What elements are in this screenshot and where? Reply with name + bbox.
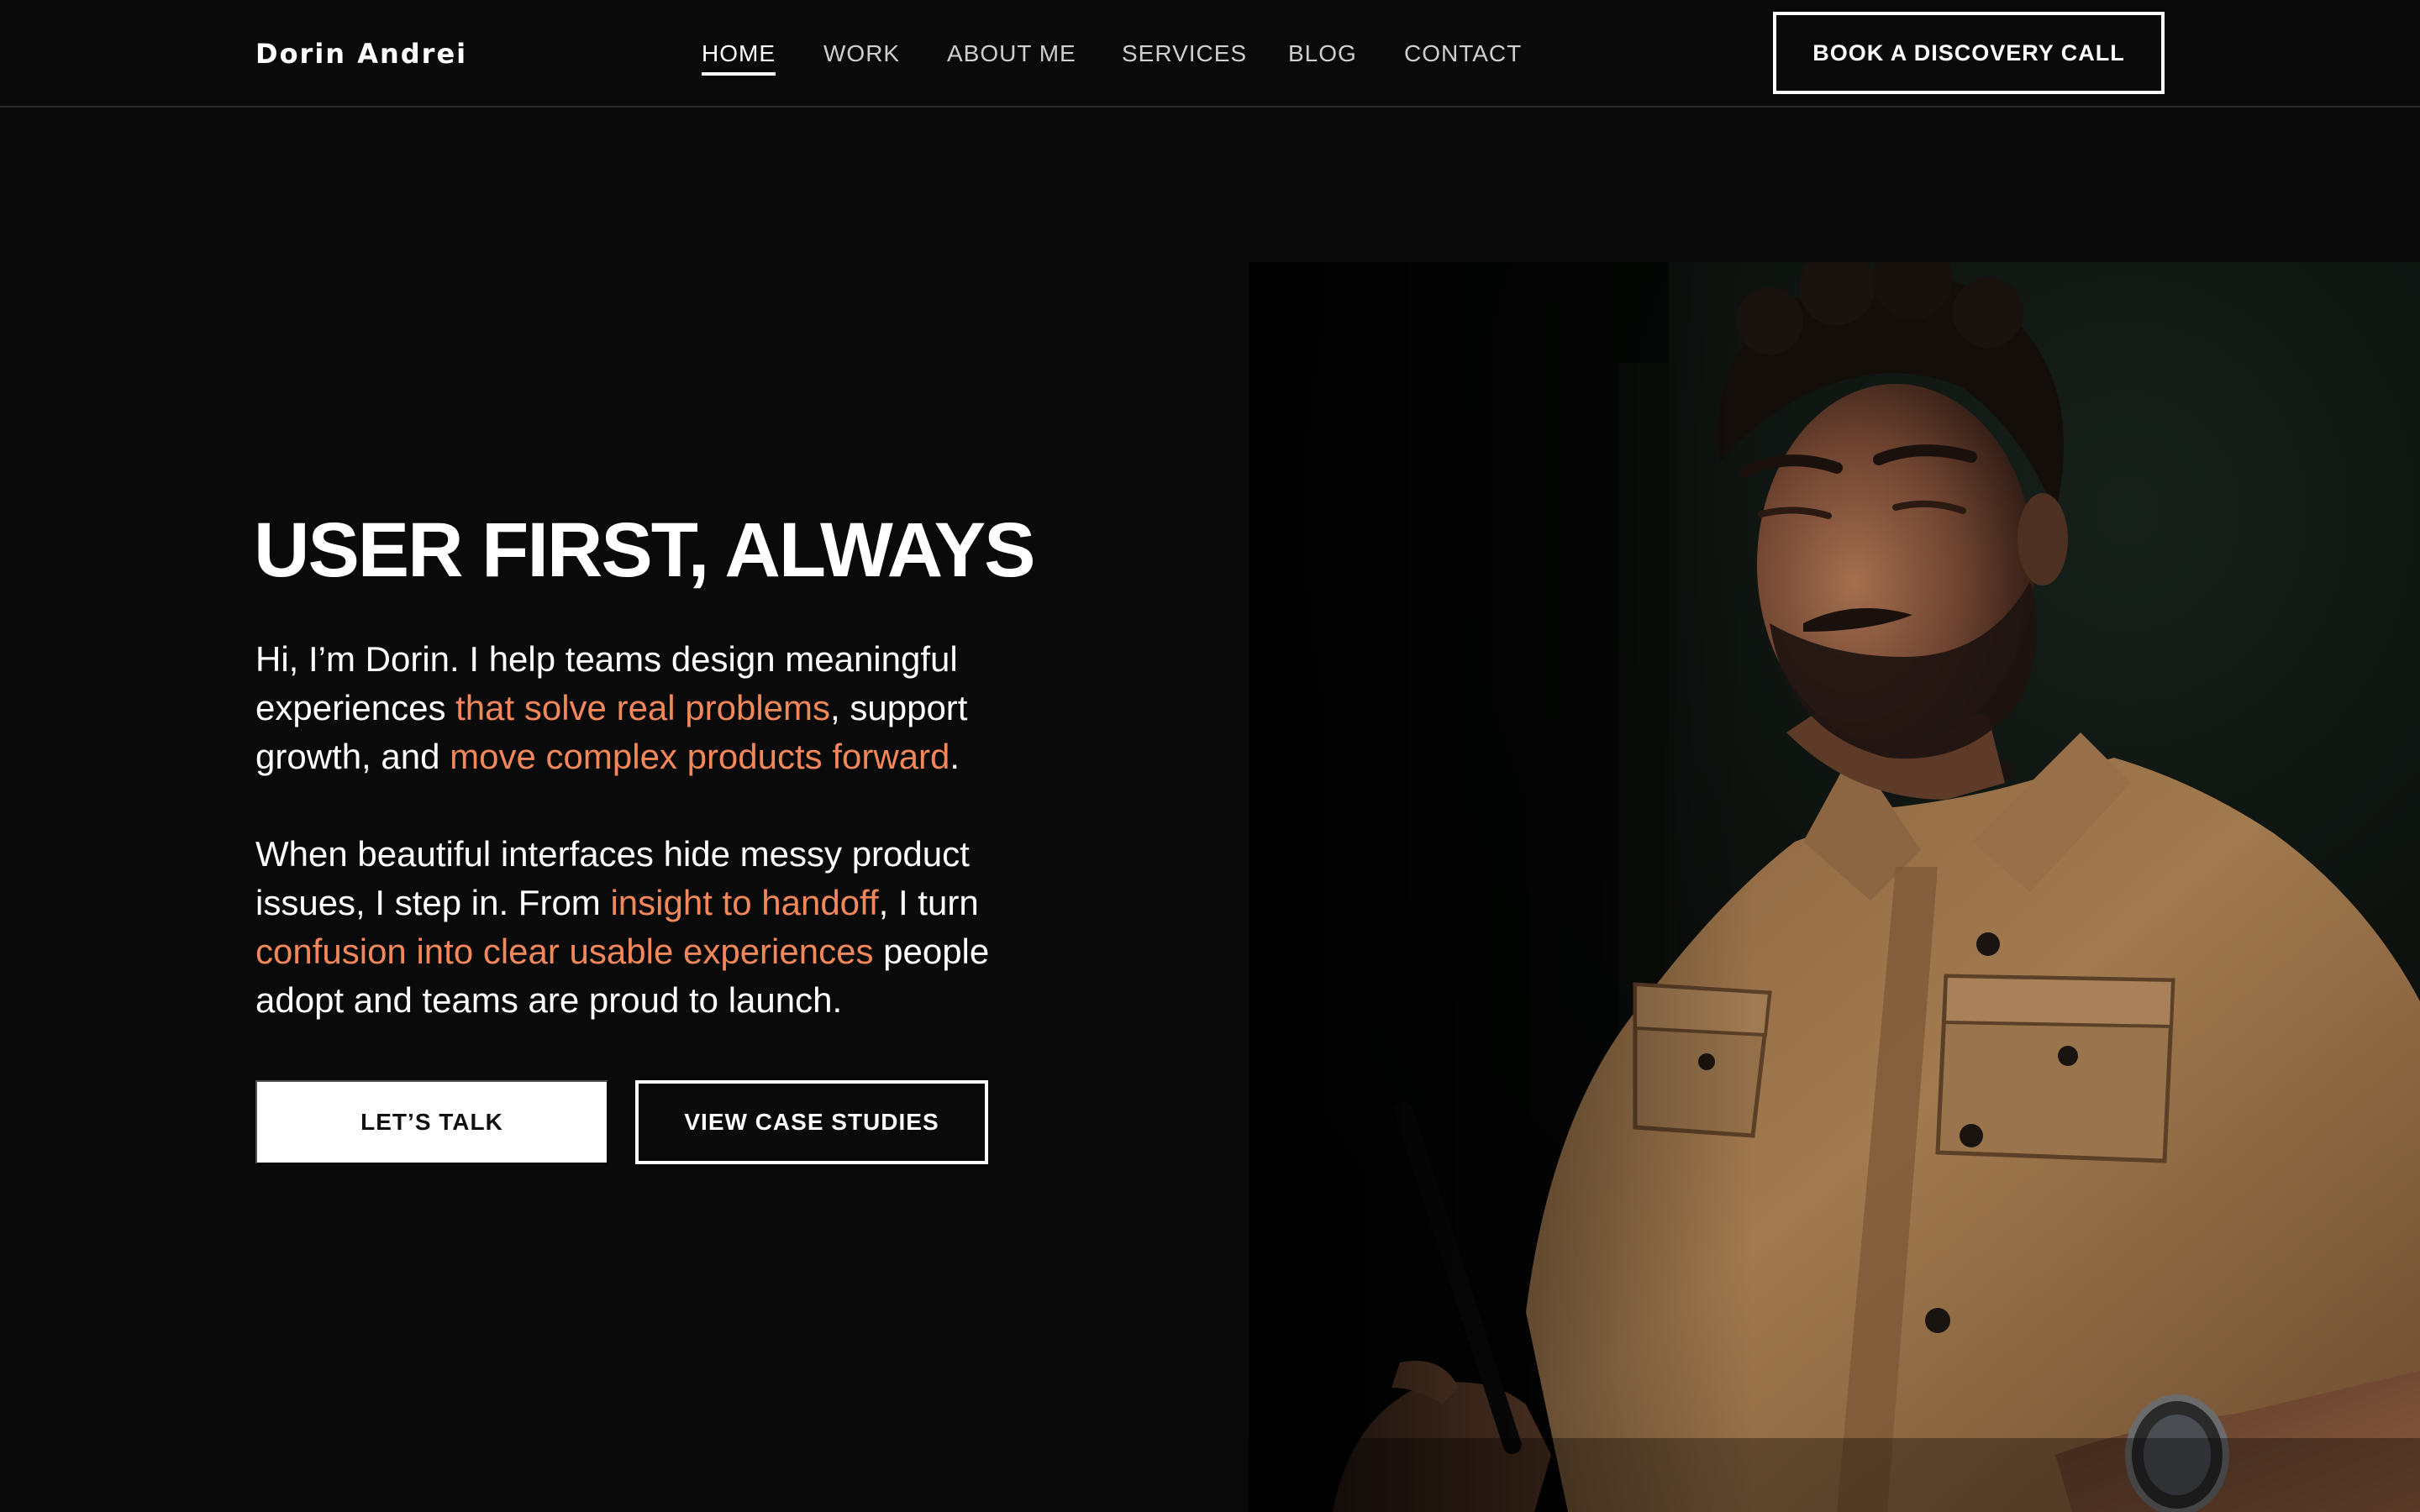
hero-intro-paragraph: Hi, I’m Dorin. I help teams design meani…: [255, 635, 1062, 781]
site-header: Dorin Andrei HOME WORK ABOUT ME SERVICES…: [0, 0, 2420, 108]
nav-home-label: HOME: [702, 40, 776, 66]
nav-blog-label: BLOG: [1288, 40, 1357, 66]
book-discovery-call-button[interactable]: BOOK A DISCOVERY CALL: [1773, 12, 2165, 94]
hero-detail-text: , I turn: [878, 883, 979, 922]
hero-detail-highlight: confusion into clear usable experiences: [255, 932, 874, 971]
nav-about[interactable]: ABOUT ME: [947, 39, 1076, 69]
hero-intro-highlight: that solve real problems: [455, 688, 831, 727]
nav-services-label: SERVICES: [1122, 40, 1248, 66]
hero-detail-highlight: insight to handoff: [610, 883, 879, 922]
nav-work[interactable]: WORK: [823, 39, 900, 69]
view-case-studies-button[interactable]: VIEW CASE STUDIES: [635, 1080, 988, 1164]
hero-intro-highlight: move complex products forward: [450, 737, 950, 776]
lets-talk-button[interactable]: LET’S TALK: [255, 1080, 608, 1164]
nav-services[interactable]: SERVICES: [1122, 39, 1247, 69]
nav-home[interactable]: HOME: [702, 39, 776, 76]
nav-work-label: WORK: [823, 40, 901, 66]
hero-detail-paragraph: When beautiful interfaces hide messy pro…: [255, 830, 1062, 1025]
nav-about-label: ABOUT ME: [947, 40, 1076, 66]
nav-active-indicator: [702, 72, 776, 76]
hero-title: USER FIRST, ALWAYS: [254, 507, 1035, 593]
brand-logo[interactable]: Dorin Andrei: [255, 37, 467, 71]
hero-intro-text: .: [950, 737, 960, 776]
nav-contact[interactable]: CONTACT: [1404, 39, 1522, 69]
hero-portrait-image: [1249, 262, 2420, 1512]
nav-blog[interactable]: BLOG: [1288, 39, 1357, 69]
nav-contact-label: CONTACT: [1404, 40, 1523, 66]
